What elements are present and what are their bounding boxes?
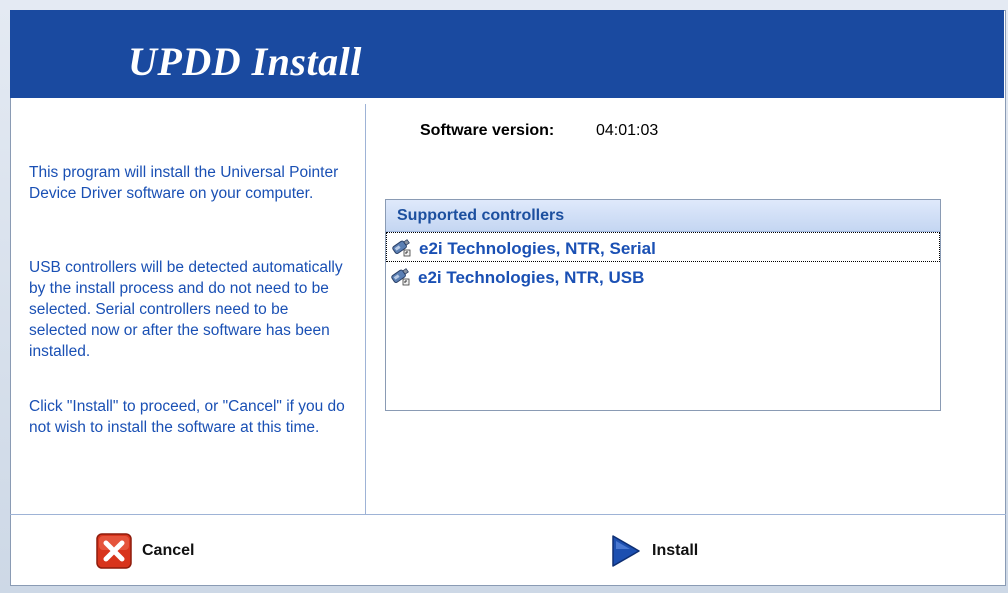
cancel-x-icon: [96, 533, 132, 569]
intro-text: This program will install the Universal …: [29, 164, 339, 202]
supported-controllers-list[interactable]: Supported controllers e2i Technologies, …: [385, 199, 941, 411]
list-header: Supported controllers: [386, 200, 940, 232]
list-item-ntr-serial[interactable]: e2i Technologies, NTR, Serial: [386, 232, 940, 262]
play-arrow-icon: [610, 534, 642, 568]
controller-icon: [390, 267, 412, 287]
controller-icon: [391, 238, 413, 258]
install-label: Install: [652, 542, 699, 559]
software-version-value: 04:01:03: [596, 122, 659, 139]
cancel-button[interactable]: Cancel: [96, 533, 194, 569]
banner-title: UPDD Install: [128, 39, 362, 84]
instructions-text: Click "Install" to proceed, or "Cancel" …: [29, 398, 345, 436]
list-item-ntr-usb[interactable]: e2i Technologies, NTR, USB: [386, 262, 940, 292]
title-banner: UPDD Install: [10, 10, 1004, 98]
list-item-label: e2i Technologies, NTR, Serial: [419, 239, 656, 258]
horizontal-divider: [10, 514, 1006, 515]
usb-info-text: USB controllers will be detected automat…: [29, 259, 343, 360]
software-version-label: Software version:: [420, 122, 555, 139]
install-button[interactable]: Install: [610, 534, 698, 568]
vertical-divider: [365, 104, 366, 514]
cancel-label: Cancel: [142, 542, 195, 559]
list-item-label: e2i Technologies, NTR, USB: [418, 268, 645, 287]
